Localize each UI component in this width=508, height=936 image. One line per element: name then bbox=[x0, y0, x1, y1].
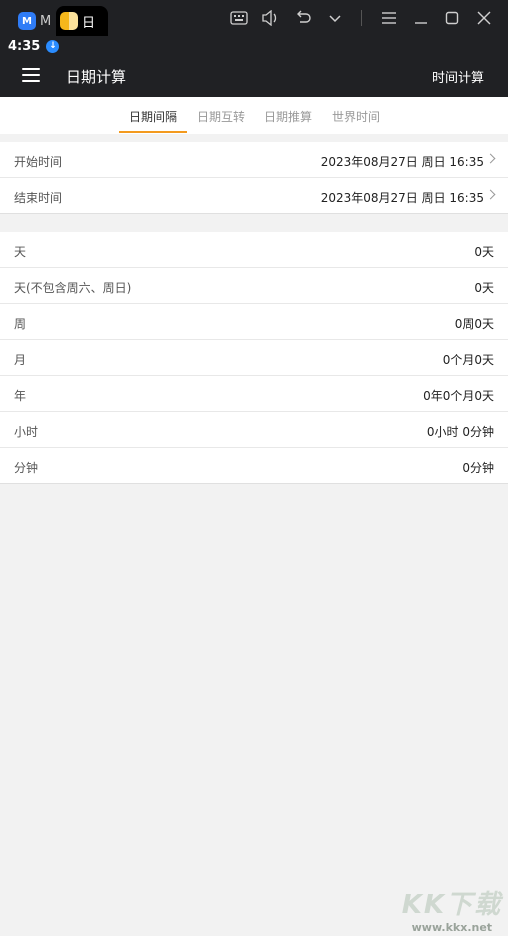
date-input-group: 开始时间 2023年08月27日 周日 16:35 结束时间 2023年08月2… bbox=[0, 142, 508, 214]
tab-date-conversion[interactable]: 日期互转 bbox=[197, 108, 245, 125]
watermark-url: www.kkx.net bbox=[411, 921, 493, 934]
minimize-icon[interactable] bbox=[410, 8, 432, 28]
status-time: 4:35 bbox=[8, 38, 41, 54]
end-time-value: 2023年08月27日 周日 16:35 bbox=[320, 191, 484, 205]
chevron-right-icon bbox=[485, 189, 496, 200]
keyboard-icon[interactable] bbox=[228, 8, 250, 28]
results-list: 天 0天 天(不包含周六、周日) 0天 周 0周0天 月 0个月0天 年 0年0… bbox=[0, 232, 508, 484]
result-value: 0年0个月0天 bbox=[423, 389, 494, 403]
tab-date-interval[interactable]: 日期间隔 bbox=[129, 108, 177, 125]
emulator-tab-app[interactable]: 日 bbox=[56, 6, 108, 36]
result-label: 年 bbox=[14, 389, 27, 403]
result-label: 小时 bbox=[14, 425, 39, 439]
result-row-months: 月 0个月0天 bbox=[0, 340, 508, 376]
chevron-right-icon bbox=[485, 153, 496, 164]
active-tab-indicator bbox=[119, 131, 187, 133]
hamburger-menu-icon[interactable] bbox=[22, 68, 40, 84]
result-row-years: 年 0年0个月0天 bbox=[0, 376, 508, 412]
chevron-down-icon[interactable] bbox=[324, 8, 346, 28]
result-value: 0周0天 bbox=[454, 317, 494, 331]
result-value: 0天 bbox=[474, 281, 494, 295]
result-label: 天(不包含周六、周日) bbox=[14, 281, 132, 295]
close-icon[interactable] bbox=[473, 8, 495, 28]
multi-instance-icon: M bbox=[18, 12, 36, 30]
result-row-days: 天 0天 bbox=[0, 232, 508, 268]
app-toolbar: 日期计算 时间计算 bbox=[0, 56, 508, 97]
result-value: 0分钟 bbox=[462, 461, 494, 475]
result-value: 0个月0天 bbox=[442, 353, 494, 367]
emulator-tab-home[interactable]: M M bbox=[14, 6, 58, 36]
result-row-weeks: 周 0周0天 bbox=[0, 304, 508, 340]
emulator-tab-label: 日 bbox=[82, 15, 96, 31]
toolbar-divider bbox=[361, 10, 362, 26]
start-time-value: 2023年08月27日 周日 16:35 bbox=[320, 155, 484, 169]
volume-icon[interactable] bbox=[259, 8, 281, 28]
result-label: 天 bbox=[14, 245, 27, 259]
start-time-row[interactable]: 开始时间 2023年08月27日 周日 16:35 bbox=[0, 142, 508, 178]
status-bar: 4:35 ↓ bbox=[0, 36, 508, 56]
app-icon bbox=[60, 12, 78, 30]
watermark-logo: KK下载 www.kkx.net bbox=[402, 884, 502, 934]
result-row-hours: 小时 0小时 0分钟 bbox=[0, 412, 508, 448]
result-label: 月 bbox=[14, 353, 27, 367]
end-time-row[interactable]: 结束时间 2023年08月27日 周日 16:35 bbox=[0, 178, 508, 214]
watermark-title: KK下载 bbox=[401, 890, 502, 920]
tab-world-time[interactable]: 世界时间 bbox=[332, 108, 380, 125]
result-value: 0小时 0分钟 bbox=[426, 425, 494, 439]
maximize-icon[interactable] bbox=[441, 8, 463, 28]
end-time-label: 结束时间 bbox=[14, 191, 63, 205]
result-row-minutes: 分钟 0分钟 bbox=[0, 448, 508, 484]
download-notification-icon: ↓ bbox=[46, 39, 60, 53]
page-title: 日期计算 bbox=[66, 68, 127, 86]
result-row-workdays: 天(不包含周六、周日) 0天 bbox=[0, 268, 508, 304]
menu-icon[interactable] bbox=[378, 8, 400, 28]
result-value: 0天 bbox=[474, 245, 494, 259]
result-label: 周 bbox=[14, 317, 27, 331]
start-time-label: 开始时间 bbox=[14, 155, 63, 169]
result-label: 分钟 bbox=[14, 461, 39, 475]
time-calculation-button[interactable]: 时间计算 bbox=[432, 67, 484, 86]
tab-date-projection[interactable]: 日期推算 bbox=[264, 108, 312, 125]
emulator-tab-label: M bbox=[40, 13, 52, 29]
tab-bar: 日期间隔 日期互转 日期推算 世界时间 bbox=[0, 97, 508, 134]
undo-icon[interactable] bbox=[292, 8, 314, 28]
emulator-title-bar: M M 日 bbox=[0, 0, 508, 36]
